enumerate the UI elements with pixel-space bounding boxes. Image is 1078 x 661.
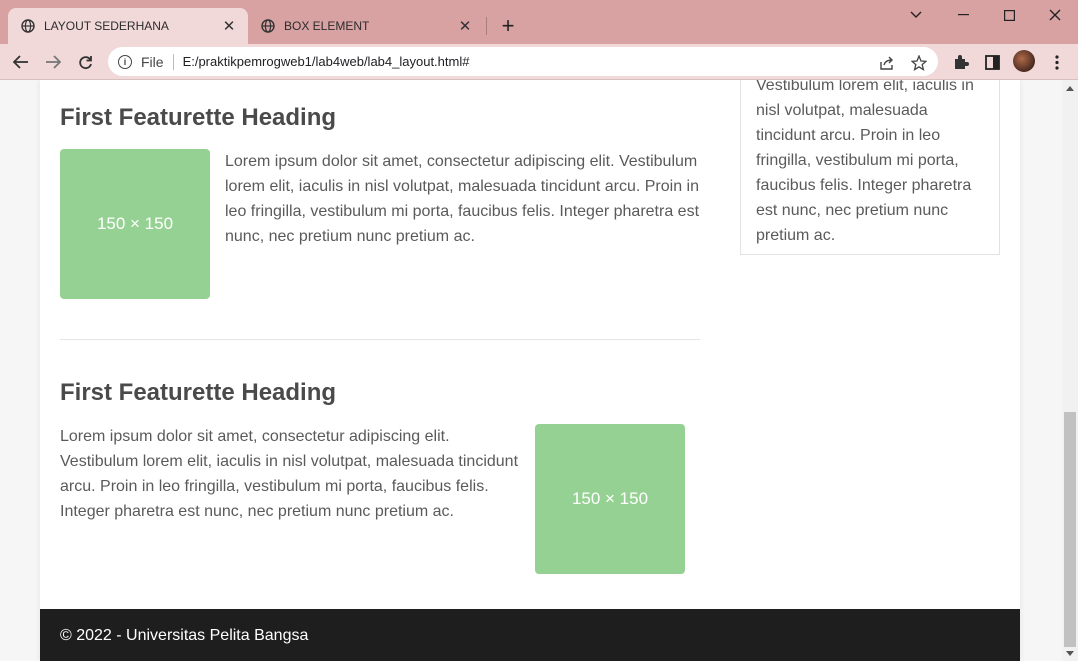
globe-icon [260, 18, 276, 34]
forward-button[interactable] [39, 48, 67, 76]
placeholder-label: 150 × 150 [571, 489, 649, 508]
tab-layout-sederhana[interactable]: LAYOUT SEDERHANA ✕ [8, 8, 248, 44]
url-scheme: File [141, 53, 164, 70]
page-viewport: First Featurette Heading 150 × 150 Lorem… [0, 80, 1062, 661]
placeholder-image: 150 × 150 [60, 149, 210, 299]
close-icon [1049, 9, 1061, 21]
browser-toolbar: i File E:/praktikpemrogweb1/lab4web/lab4… [0, 44, 1078, 80]
placeholder-image: 150 × 150 [535, 424, 685, 574]
tab-title: LAYOUT SEDERHANA [44, 19, 169, 33]
close-tab-icon[interactable]: ✕ [456, 17, 474, 35]
featurette-heading: First Featurette Heading [60, 379, 337, 406]
close-window-button[interactable] [1032, 4, 1078, 26]
featurette-text: Lorem ipsum dolor sit amet, consectetur … [225, 153, 700, 245]
address-bar[interactable]: i File E:/praktikpemrogweb1/lab4web/lab4… [108, 47, 938, 76]
share-icon[interactable] [878, 54, 896, 72]
page-footer: © 2022 - Universitas Pelita Bangsa [40, 609, 1020, 661]
back-button[interactable] [7, 48, 35, 76]
minimize-button[interactable] [940, 4, 986, 26]
more-menu-icon[interactable] [1047, 52, 1067, 72]
featurette-2: First Featurette Heading Lorem ipsum dol… [60, 379, 700, 579]
maximize-icon [1003, 9, 1015, 21]
featurette-heading: First Featurette Heading [60, 104, 337, 131]
scroll-up-arrow-icon[interactable] [1066, 84, 1074, 92]
tab-search-button[interactable] [893, 4, 939, 26]
reload-button[interactable] [71, 48, 99, 76]
vertical-scrollbar[interactable] [1062, 80, 1078, 661]
close-tab-icon[interactable]: ✕ [220, 17, 238, 35]
tab-title: BOX ELEMENT [284, 19, 370, 33]
side-panel-icon[interactable] [982, 52, 1002, 72]
url-text[interactable]: E:/praktikpemrogweb1/lab4web/lab4_layout… [183, 54, 470, 69]
chevron-down-icon [910, 11, 922, 18]
reload-icon [78, 55, 92, 69]
arrow-right-icon [46, 55, 61, 69]
profile-avatar[interactable] [1013, 50, 1035, 72]
browser-titlebar: LAYOUT SEDERHANA ✕ BOX ELEMENT ✕ + [0, 0, 1078, 44]
minimize-icon [957, 14, 969, 16]
sidebar-text: Vestibulum lorem elit, iaculis in nisl v… [756, 80, 974, 244]
featurette-1: First Featurette Heading 150 × 150 Lorem… [60, 104, 700, 304]
featurette-divider [60, 339, 700, 340]
footer-text: © 2022 - Universitas Pelita Bangsa [60, 627, 309, 644]
globe-icon [20, 18, 36, 34]
tab-box-element[interactable]: BOX ELEMENT ✕ [248, 8, 484, 44]
maximize-button[interactable] [986, 4, 1032, 26]
url-divider [172, 53, 174, 70]
arrow-left-icon [13, 55, 28, 69]
info-icon[interactable]: i [118, 54, 132, 69]
page-container: First Featurette Heading 150 × 150 Lorem… [40, 80, 1020, 661]
new-tab-button[interactable]: + [495, 13, 521, 38]
scroll-down-arrow-icon[interactable] [1066, 649, 1074, 657]
sidebar-widget: Vestibulum lorem elit, iaculis in nisl v… [740, 80, 1000, 255]
scroll-thumb[interactable] [1064, 412, 1076, 647]
tab-separator [486, 17, 487, 35]
extensions-icon[interactable] [950, 52, 970, 72]
bookmark-star-icon[interactable] [910, 54, 928, 72]
featurette-text: Lorem ipsum dolor sit amet, consectetur … [60, 428, 519, 520]
placeholder-label: 150 × 150 [96, 214, 174, 233]
